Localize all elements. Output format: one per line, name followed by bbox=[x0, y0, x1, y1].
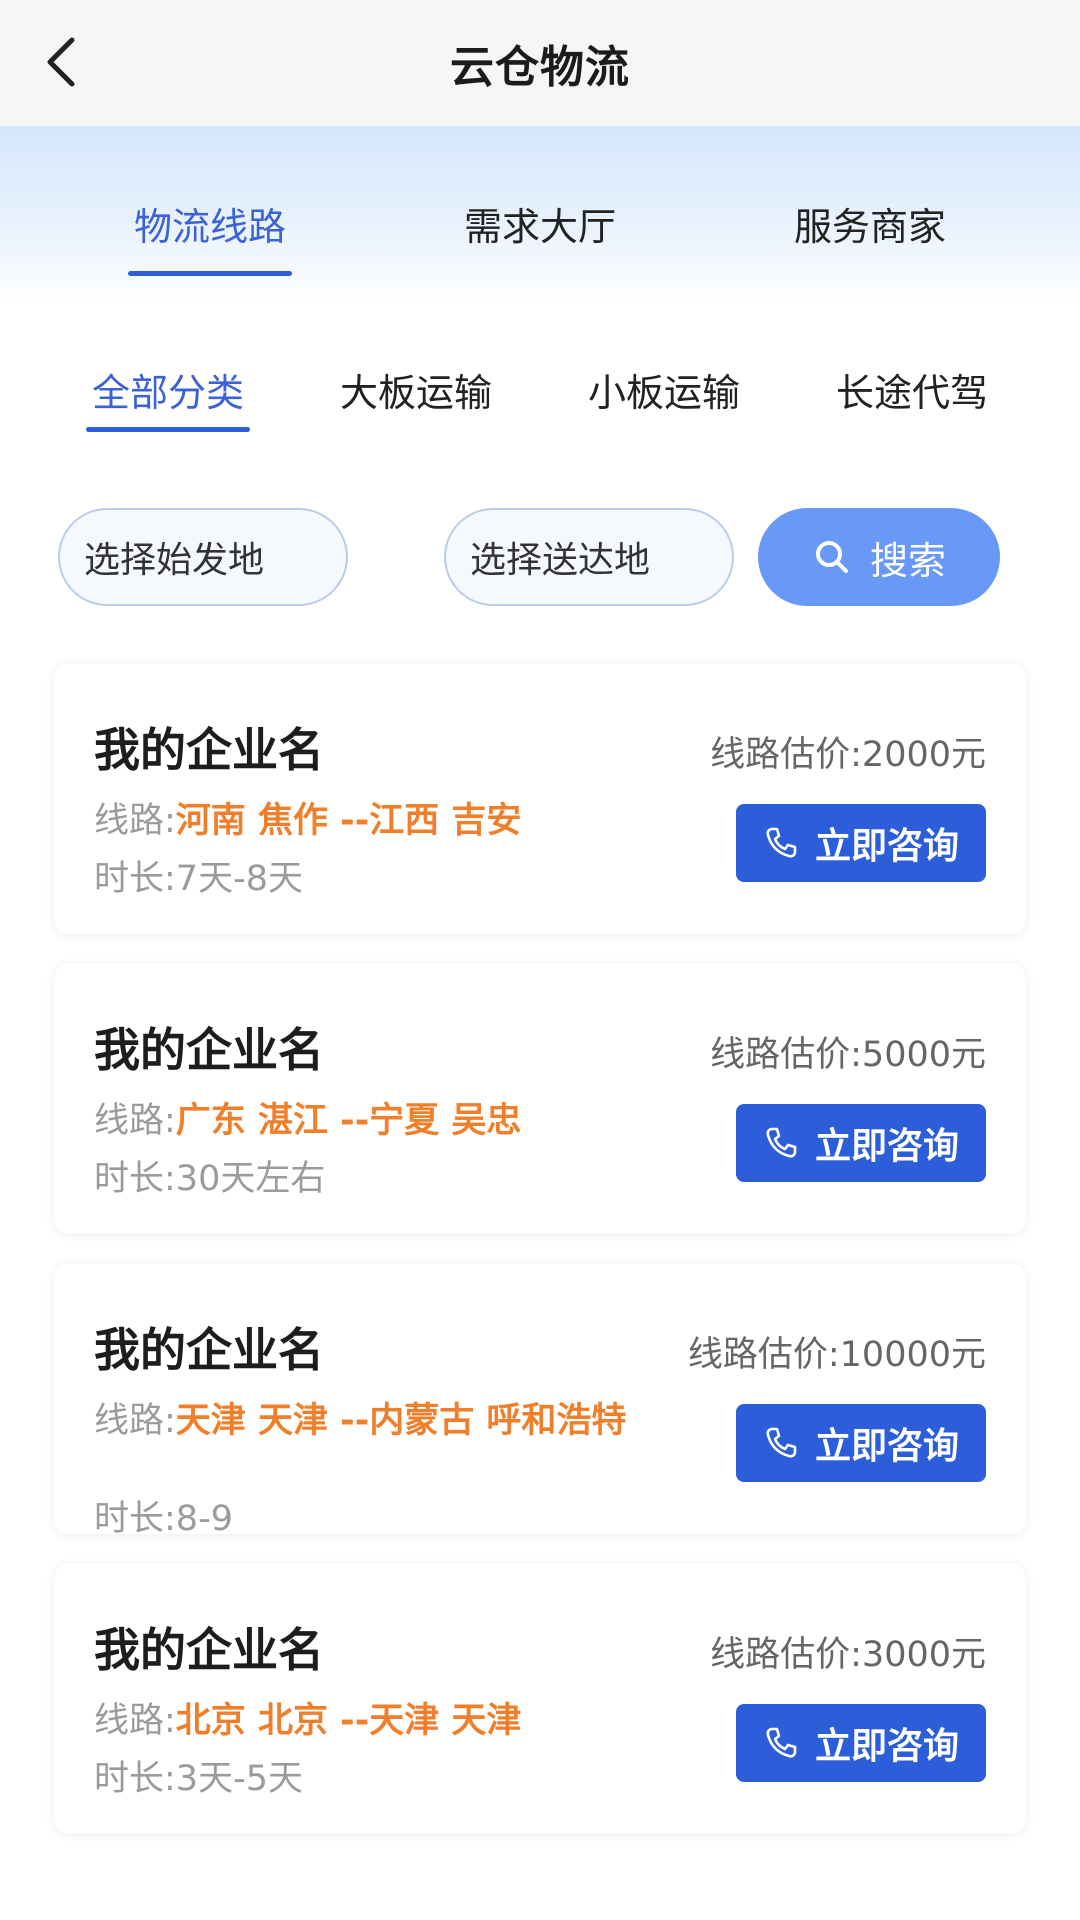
tab-service-merchants[interactable]: 服务商家 bbox=[788, 196, 952, 276]
company-name: 我的企业名 bbox=[94, 723, 324, 777]
page-title: 云仓物流 bbox=[450, 42, 630, 93]
route-card: 我的企业名 线路:河南 焦作 --江西 吉安 时长:7天-8天 线路估价:200… bbox=[54, 664, 1026, 934]
price-estimate: 线路估价:3000元 bbox=[710, 1626, 986, 1677]
back-button[interactable] bbox=[30, 30, 94, 94]
company-name: 我的企业名 bbox=[94, 1023, 324, 1077]
company-name: 我的企业名 bbox=[94, 1323, 324, 1377]
route-value: 天津 天津 --内蒙古 呼和浩特 bbox=[175, 1401, 627, 1441]
phone-icon bbox=[766, 827, 797, 858]
subtab-small-board[interactable]: 小板运输 bbox=[582, 362, 746, 432]
search-icon bbox=[815, 541, 848, 573]
duration-label: 时长: bbox=[94, 1759, 176, 1799]
duration-label: 时长: bbox=[94, 859, 176, 899]
route-info: 线路:天津 天津 --内蒙古 呼和浩特 bbox=[94, 1398, 674, 1444]
price-label: 线路估价: bbox=[687, 1335, 840, 1375]
tab-demand-hall[interactable]: 需求大厅 bbox=[458, 196, 622, 276]
consult-button[interactable]: 立即咨询 bbox=[736, 1704, 986, 1782]
price-label: 线路估价: bbox=[710, 1035, 862, 1075]
duration-value: 7天-8天 bbox=[175, 859, 303, 899]
tab-label: 服务商家 bbox=[793, 205, 946, 249]
subtab-label: 长途代驾 bbox=[835, 371, 988, 415]
subtab-label: 小板运输 bbox=[587, 371, 740, 415]
origin-placeholder: 选择始发地 bbox=[84, 540, 265, 581]
destination-select[interactable]: 选择送达地 bbox=[444, 508, 734, 606]
route-value: 广东 湛江 --宁夏 吴忠 bbox=[175, 1101, 522, 1141]
route-info: 线路:北京 北京 --天津 天津 bbox=[94, 1698, 674, 1744]
subtab-all-categories[interactable]: 全部分类 bbox=[86, 362, 250, 432]
price-estimate: 线路估价:2000元 bbox=[710, 726, 986, 777]
consult-button[interactable]: 立即咨询 bbox=[736, 804, 986, 882]
tab-label: 需求大厅 bbox=[463, 205, 616, 249]
route-card: 我的企业名 线路:北京 北京 --天津 天津 时长:3天-5天 线路估价:300… bbox=[54, 1564, 1026, 1834]
route-label: 线路: bbox=[94, 1101, 176, 1141]
origin-select[interactable]: 选择始发地 bbox=[58, 508, 348, 606]
duration-info: 时长:7天-8天 bbox=[94, 850, 303, 901]
consult-button-label: 立即咨询 bbox=[814, 1126, 959, 1167]
price-value: 2000元 bbox=[861, 735, 986, 775]
subtab-label: 全部分类 bbox=[91, 371, 244, 415]
consult-button[interactable]: 立即咨询 bbox=[736, 1104, 986, 1182]
route-value: 北京 北京 --天津 天津 bbox=[175, 1701, 522, 1741]
tab-logistics-routes[interactable]: 物流线路 bbox=[128, 196, 292, 276]
duration-value: 30天左右 bbox=[175, 1159, 326, 1199]
route-info: 线路:河南 焦作 --江西 吉安 bbox=[94, 798, 674, 844]
duration-label: 时长: bbox=[94, 1159, 176, 1199]
consult-button-label: 立即咨询 bbox=[814, 826, 959, 867]
search-button[interactable]: 搜索 bbox=[758, 508, 1000, 606]
subtab-label: 大板运输 bbox=[339, 371, 492, 415]
consult-button-label: 立即咨询 bbox=[814, 1726, 959, 1767]
route-card: 我的企业名 线路:广东 湛江 --宁夏 吴忠 时长:30天左右 线路估价:500… bbox=[54, 964, 1026, 1234]
route-label: 线路: bbox=[94, 1701, 176, 1741]
chevron-left-icon bbox=[47, 37, 75, 87]
duration-info: 时长:3天-5天 bbox=[94, 1750, 303, 1801]
price-label: 线路估价: bbox=[710, 1635, 862, 1675]
price-value: 10000元 bbox=[839, 1335, 986, 1375]
subtab-long-distance-driving[interactable]: 长途代驾 bbox=[830, 362, 994, 432]
duration-info: 时长:30天左右 bbox=[94, 1150, 325, 1201]
route-label: 线路: bbox=[94, 801, 176, 841]
active-tab-indicator bbox=[128, 271, 292, 276]
route-value: 河南 焦作 --江西 吉安 bbox=[175, 801, 522, 841]
company-name: 我的企业名 bbox=[94, 1623, 324, 1677]
duration-value: 3天-5天 bbox=[175, 1759, 303, 1799]
price-value: 3000元 bbox=[861, 1635, 986, 1675]
route-label: 线路: bbox=[94, 1401, 176, 1441]
tab-label: 物流线路 bbox=[133, 205, 286, 249]
route-info: 线路:广东 湛江 --宁夏 吴忠 bbox=[94, 1098, 674, 1144]
main-tab-bar: 物流线路 需求大厅 服务商家 bbox=[0, 126, 1080, 306]
top-bar: 云仓物流 bbox=[0, 0, 1080, 126]
subtab-large-board[interactable]: 大板运输 bbox=[334, 362, 498, 432]
price-estimate: 线路估价:10000元 bbox=[688, 1326, 986, 1377]
phone-icon bbox=[766, 1127, 797, 1158]
consult-button-label: 立即咨询 bbox=[814, 1426, 959, 1467]
price-estimate: 线路估价:5000元 bbox=[710, 1026, 986, 1077]
duration-label: 时长: bbox=[94, 1499, 176, 1534]
duration-value: 8-9 bbox=[175, 1499, 233, 1534]
price-value: 5000元 bbox=[861, 1035, 986, 1075]
consult-button[interactable]: 立即咨询 bbox=[736, 1404, 986, 1482]
active-subtab-indicator bbox=[86, 427, 250, 432]
destination-placeholder: 选择送达地 bbox=[470, 540, 651, 581]
phone-icon bbox=[766, 1427, 797, 1458]
phone-icon bbox=[766, 1727, 797, 1758]
price-label: 线路估价: bbox=[710, 735, 862, 775]
duration-info: 时长:8-9 bbox=[94, 1490, 233, 1534]
search-button-label: 搜索 bbox=[869, 538, 946, 583]
route-card: 我的企业名 线路:天津 天津 --内蒙古 呼和浩特 时长:8-9 线路估价:10… bbox=[54, 1264, 1026, 1534]
